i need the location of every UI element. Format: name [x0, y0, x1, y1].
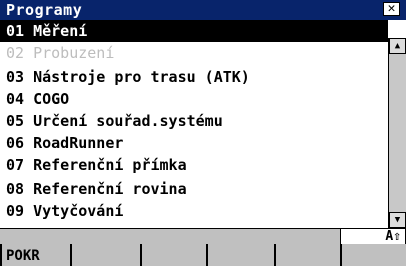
input-mode-indicator: A⇧	[340, 228, 406, 245]
programs-screen: Programy ✕ 01 Měření 02 Probuzení 03 Nás…	[0, 0, 406, 266]
list-scrollbar[interactable]: ▲ ▼	[388, 38, 406, 228]
title-bar: Programy ✕	[0, 0, 406, 20]
program-label: 09 Vytyčování	[6, 202, 124, 220]
arrow-up-icon: ▲	[394, 41, 401, 51]
list-item-program-05[interactable]: 05 Určení souřad.systému	[0, 110, 388, 132]
list-item-program-07[interactable]: 07 Referenční přímka	[0, 154, 388, 176]
list-item-program-04[interactable]: 04 COGO	[0, 88, 388, 110]
softkey-f1[interactable]: POKR	[0, 244, 70, 266]
input-mode-label: A⇧	[385, 229, 401, 244]
softkey-bar: POKR	[0, 244, 406, 266]
window-title: Programy	[6, 1, 83, 19]
list-item-program-08[interactable]: 08 Referenční rovina	[0, 178, 388, 200]
program-label: 03 Nástroje pro trasu (ATK)	[6, 68, 250, 86]
status-bar: A⇧	[0, 228, 406, 245]
scroll-up-button[interactable]: ▲	[389, 38, 406, 54]
list-item-program-01[interactable]: 01 Měření	[0, 20, 388, 42]
program-label: 07 Referenční přímka	[6, 156, 187, 174]
scroll-down-button[interactable]: ▼	[389, 212, 406, 228]
program-label: 08 Referenční rovina	[6, 180, 187, 198]
scroll-thumb[interactable]	[389, 54, 406, 212]
list-item-program-02: 02 Probuzení	[0, 42, 388, 64]
softkey-f4[interactable]	[206, 244, 274, 266]
program-list: 01 Měření 02 Probuzení 03 Nástroje pro t…	[0, 20, 388, 228]
softkey-f5[interactable]	[274, 244, 340, 266]
softkey-f3[interactable]	[140, 244, 206, 266]
list-item-program-09[interactable]: 09 Vytyčování	[0, 200, 388, 222]
arrow-down-icon: ▼	[394, 215, 401, 225]
softkey-f2[interactable]	[70, 244, 140, 266]
program-label: 05 Určení souřad.systému	[6, 112, 223, 130]
program-label: 06 RoadRunner	[6, 134, 124, 152]
program-label: 01 Měření	[6, 22, 88, 40]
close-button[interactable]: ✕	[383, 2, 400, 16]
softkey-label: POKR	[6, 248, 40, 264]
program-label: 02 Probuzení	[6, 44, 115, 62]
list-item-program-03[interactable]: 03 Nástroje pro trasu (ATK)	[0, 66, 388, 88]
program-label: 04 COGO	[6, 90, 70, 108]
list-item-program-06[interactable]: 06 RoadRunner	[0, 132, 388, 154]
softkey-f6[interactable]	[340, 244, 406, 266]
close-icon: ✕	[387, 1, 396, 16]
